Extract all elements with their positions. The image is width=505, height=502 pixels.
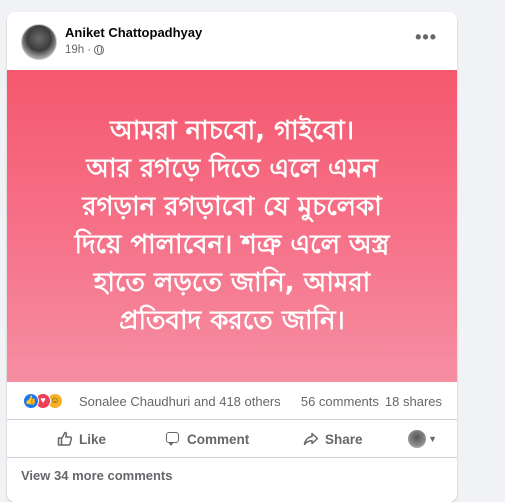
meta-separator: · (87, 44, 92, 56)
engagement-counts: 56 comments 18 shares (301, 394, 442, 409)
post-text-line: হাতে লড়তে জানি, আমরা (93, 268, 371, 298)
more-options-icon[interactable]: ••• (415, 28, 437, 46)
share-button[interactable]: Share (303, 420, 363, 458)
shares-count[interactable]: 18 shares (385, 394, 442, 409)
post-text-line: প্রতিবাদ করতে জানি। (119, 306, 345, 336)
author-avatar[interactable] (21, 24, 57, 60)
post-time[interactable]: 19h (65, 44, 84, 56)
post-header: Aniket Chattopadhyay 19h · ••• (7, 12, 457, 70)
post-banner: আমরা নাচবো, গাইবো। আর রগড়ে দিতে এলে এমন… (7, 70, 457, 382)
author-name[interactable]: Aniket Chattopadhyay (65, 25, 202, 40)
post-actions: Like Comment Share ▼ (7, 420, 457, 458)
post-text-line: রগড়ান রগড়াবো যে মুচলেকা (82, 192, 382, 222)
reactors-summary[interactable]: Sonalee Chaudhuri and 418 others (79, 394, 281, 409)
thumbs-up-icon (57, 431, 73, 447)
view-more-comments-link[interactable]: View 34 more comments (21, 468, 173, 483)
like-reaction-icon: 👍 (23, 393, 39, 409)
like-label: Like (79, 431, 107, 447)
share-arrow-icon (303, 431, 319, 447)
post-text: আমরা নাচবো, গাইবো। আর রগড়ে দিতে এলে এমন… (52, 112, 412, 340)
profile-avatar (408, 430, 427, 448)
like-button[interactable]: Like (57, 420, 106, 458)
react-as-selector[interactable]: ▼ (408, 430, 437, 448)
chevron-down-icon: ▼ (428, 434, 437, 444)
post-text-line: আমরা নাচবো, গাইবো। (110, 116, 354, 146)
post-text-line: দিয়ে পালাবেন। শত্রু এলে অস্ত্র (74, 230, 390, 260)
post-card: Aniket Chattopadhyay 19h · ••• আমরা নাচব… (7, 12, 457, 502)
comment-label: Comment (187, 431, 250, 447)
share-label: Share (325, 431, 363, 447)
comment-button[interactable]: Comment (165, 420, 249, 458)
comment-icon (165, 431, 181, 447)
comments-count[interactable]: 56 comments (301, 394, 379, 409)
globe-icon[interactable] (94, 45, 105, 55)
post-text-line: আর রগড়ে দিতে এলে এমন (86, 154, 378, 184)
post-meta: 19h · (65, 44, 105, 56)
post-stats: 👍 ♥ ☺ Sonalee Chaudhuri and 418 others 5… (7, 382, 457, 420)
